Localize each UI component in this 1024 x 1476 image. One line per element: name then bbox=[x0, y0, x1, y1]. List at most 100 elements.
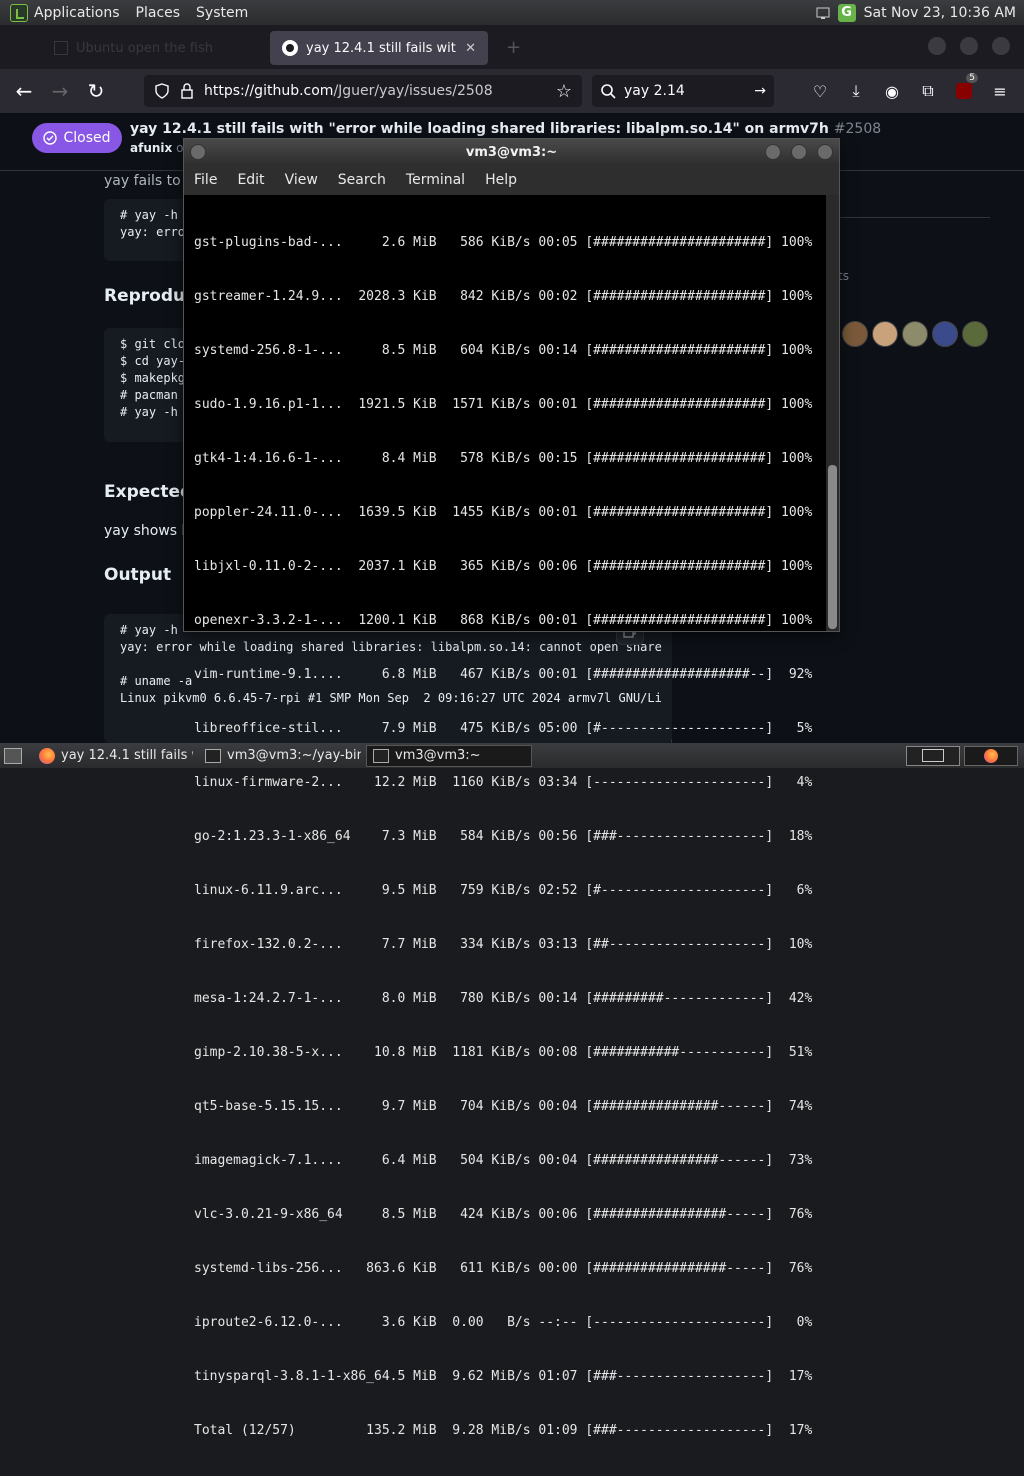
download-icon[interactable]: ⤓ bbox=[846, 81, 866, 101]
taskbar-item-firefox[interactable]: yay 12.4.1 still fails w... bbox=[32, 745, 194, 767]
ublock-icon[interactable]: 5 bbox=[954, 73, 978, 101]
terminal-titlebar[interactable]: vm3@vm3:~ bbox=[184, 139, 839, 165]
network-icon[interactable] bbox=[816, 6, 830, 20]
workspace-switcher[interactable] bbox=[906, 745, 1018, 766]
heading-reproduce: Reproduc bbox=[104, 286, 196, 306]
workspace-2[interactable] bbox=[964, 745, 1018, 766]
applications-icon bbox=[10, 3, 28, 22]
tab-inactive-label: Ubuntu open the fish bbox=[76, 40, 213, 56]
shield-icon[interactable] bbox=[154, 83, 170, 99]
tab-inactive[interactable]: Ubuntu open the fish bbox=[54, 35, 254, 61]
terminal-line: qt5-base-5.15.15... 9.7 MiB 704 KiB/s 00… bbox=[194, 1099, 813, 1114]
url-bar[interactable]: https://github.com/Jguer/yay/issues/2508… bbox=[144, 75, 582, 107]
menu-terminal[interactable]: Terminal bbox=[406, 172, 465, 188]
lock-icon[interactable] bbox=[180, 83, 194, 99]
reload-button[interactable]: ↻ bbox=[80, 75, 112, 107]
menu-search[interactable]: Search bbox=[338, 172, 386, 188]
heading-expected: Expected bbox=[104, 482, 193, 502]
terminal-icon bbox=[205, 748, 221, 763]
places-menu[interactable]: Places bbox=[130, 0, 187, 25]
terminal-line: libreoffice-stil... 7.9 MiB 475 KiB/s 05… bbox=[194, 721, 813, 736]
heading-output: Output bbox=[104, 565, 172, 585]
terminal-line: iproute2-6.12.0-... 3.6 KiB 0.00 B/s --:… bbox=[194, 1315, 813, 1330]
terminal-minimize-button[interactable] bbox=[765, 144, 781, 160]
applications-menu[interactable]: Applications bbox=[4, 0, 126, 25]
avatar[interactable] bbox=[932, 321, 958, 347]
status-label: Closed bbox=[63, 130, 111, 146]
menu-file[interactable]: File bbox=[194, 172, 217, 188]
terminal-line: go-2:1.23.3-1-x86_64 7.3 MiB 584 KiB/s 0… bbox=[194, 829, 813, 844]
terminal-line: linux-firmware-2... 12.2 MiB 1160 KiB/s … bbox=[194, 775, 813, 790]
account-icon[interactable]: ◉ bbox=[882, 81, 902, 101]
workspace-1[interactable] bbox=[906, 745, 960, 766]
avatar[interactable] bbox=[842, 321, 868, 347]
terminal-line: gst-plugins-bad-... 2.6 MiB 586 KiB/s 00… bbox=[194, 235, 813, 250]
terminal-title: vm3@vm3:~ bbox=[465, 144, 558, 160]
show-desktop-icon[interactable] bbox=[4, 747, 22, 764]
taskbar-label: vm3@vm3:~ bbox=[395, 748, 481, 763]
terminal-output[interactable]: gst-plugins-bad-... 2.6 MiB 586 KiB/s 00… bbox=[184, 195, 828, 1438]
terminal-line: imagemagick-7.1.... 6.4 MiB 504 KiB/s 00… bbox=[194, 1153, 813, 1168]
taskbar-label: yay 12.4.1 still fails w... bbox=[61, 748, 193, 763]
scrollbar-thumb[interactable] bbox=[828, 465, 837, 629]
terminal-line: poppler-24.11.0-... 1639.5 KiB 1455 KiB/… bbox=[194, 505, 813, 520]
terminal-line: firefox-132.0.2-... 7.7 MiB 334 KiB/s 03… bbox=[194, 937, 813, 952]
update-notifier-icon[interactable]: G bbox=[837, 3, 856, 22]
maximize-button[interactable] bbox=[960, 37, 978, 55]
search-query[interactable]: yay 2.14 bbox=[624, 83, 746, 99]
menu-hamburger-icon[interactable]: ≡ bbox=[990, 81, 1010, 101]
close-tab-icon[interactable]: ✕ bbox=[465, 41, 476, 56]
terminal-icon bbox=[373, 748, 389, 763]
applications-label: Applications bbox=[34, 4, 120, 21]
system-menu[interactable]: System bbox=[190, 0, 254, 25]
terminal-menu-button[interactable] bbox=[190, 144, 206, 160]
minimize-button[interactable] bbox=[928, 37, 946, 55]
avatar[interactable] bbox=[962, 321, 988, 347]
terminal-line: mesa-1:24.2.7-1-... 8.0 MiB 780 KiB/s 00… bbox=[194, 991, 813, 1006]
expected-text: yay shows h bbox=[104, 523, 191, 539]
menu-help[interactable]: Help bbox=[485, 172, 517, 188]
url-text[interactable]: https://github.com/Jguer/yay/issues/2508 bbox=[204, 83, 546, 99]
tab-github-issue[interactable]: yay 12.4.1 still fails with "err ✕ bbox=[270, 31, 488, 65]
system-label: System bbox=[196, 4, 249, 21]
top-panel: Applications Places System G Sat Nov 23,… bbox=[0, 0, 1024, 25]
search-go-arrow-icon[interactable]: → bbox=[754, 83, 766, 99]
pocket-icon[interactable]: ♡ bbox=[810, 81, 830, 101]
places-label: Places bbox=[135, 4, 181, 21]
terminal-line: sudo-1.9.16.p1-1... 1921.5 KiB 1571 KiB/… bbox=[194, 397, 813, 412]
back-button[interactable]: ← bbox=[8, 75, 40, 107]
taskbar-item-terminal-yay-bin[interactable]: vm3@vm3:~/yay-bin bbox=[198, 745, 362, 767]
page-title: yay 12.4.1 still fails with "error while… bbox=[130, 121, 881, 137]
avatar[interactable] bbox=[902, 321, 928, 347]
author-link[interactable]: afunix bbox=[130, 141, 172, 155]
terminal-close-button[interactable] bbox=[817, 144, 833, 160]
terminal-menubar: File Edit View Search Terminal Help bbox=[184, 165, 839, 195]
terminal-line: gtk4-1:4.16.6-1-... 8.4 MiB 578 KiB/s 00… bbox=[194, 451, 813, 466]
bookmark-star-icon[interactable]: ☆ bbox=[556, 81, 572, 102]
new-tab-button[interactable]: + bbox=[506, 37, 521, 58]
search-icon bbox=[601, 84, 616, 99]
terminal-line: vlc-3.0.21-9-x86_64 8.5 MiB 424 KiB/s 00… bbox=[194, 1207, 813, 1222]
terminal-line: gstreamer-1.24.9... 2028.3 KiB 842 KiB/s… bbox=[194, 289, 813, 304]
close-window-button[interactable] bbox=[992, 37, 1010, 55]
clock[interactable]: Sat Nov 23, 10:36 AM bbox=[864, 5, 1016, 21]
intro-text: yay fails to r bbox=[104, 173, 191, 189]
navigation-toolbar: ← → ↻ https://github.com/Jguer/yay/issue… bbox=[0, 69, 1024, 113]
closed-check-icon bbox=[43, 131, 58, 145]
issue-number: #2508 bbox=[833, 121, 882, 137]
taskbar-item-terminal-home[interactable]: vm3@vm3:~ bbox=[366, 744, 532, 767]
terminal-line: openexr-3.3.2-1-... 1200.1 KiB 868 KiB/s… bbox=[194, 613, 813, 628]
menu-view[interactable]: View bbox=[285, 172, 318, 188]
extension-badge: 5 bbox=[966, 73, 978, 83]
avatar[interactable] bbox=[872, 321, 898, 347]
extensions-icon[interactable]: ⧉ bbox=[918, 81, 938, 101]
search-bar[interactable]: yay 2.14 → bbox=[592, 75, 774, 107]
terminal-maximize-button[interactable] bbox=[791, 144, 807, 160]
menu-edit[interactable]: Edit bbox=[237, 172, 264, 188]
url-path: /Jguer/yay/issues/2508 bbox=[333, 83, 493, 99]
bottom-panel: yay 12.4.1 still fails w... vm3@vm3:~/ya… bbox=[0, 743, 1024, 768]
tab-bar: Ubuntu open the fish yay 12.4.1 still fa… bbox=[0, 25, 1024, 69]
forward-button[interactable]: → bbox=[44, 75, 76, 107]
terminal-scrollbar[interactable] bbox=[826, 195, 839, 631]
terminal-line: systemd-256.8-1-... 8.5 MiB 604 KiB/s 00… bbox=[194, 343, 813, 358]
